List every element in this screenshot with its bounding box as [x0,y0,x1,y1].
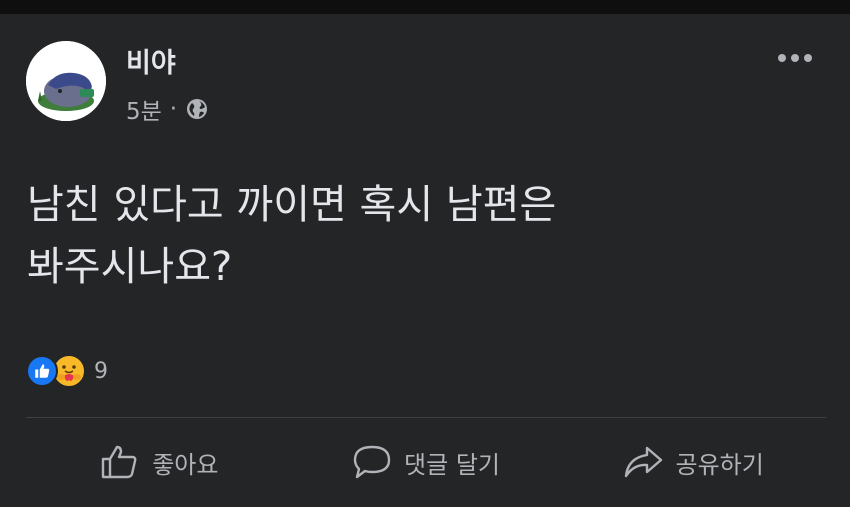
like-button[interactable]: 좋아요 [26,432,293,492]
reaction-count: 9 [94,358,108,384]
like-label: 좋아요 [152,450,219,479]
post-text: 남친 있다고 까이면 혹시 남편은 봐주시나요? [27,182,557,290]
thumbs-up-icon [102,445,137,479]
more-options-icon[interactable] [778,50,814,66]
avatar-image [26,41,106,121]
action-bar: 좋아요 댓글 달기 공유하기 [26,432,826,492]
post-meta: 5분 · [126,92,209,126]
comment-label: 댓글 달기 [404,450,500,479]
post-time[interactable]: 5분 [126,92,162,126]
share-icon [624,446,662,478]
comment-icon [353,445,391,479]
post-card: 비야 5분 · 남친 있다고 까이면 혹시 남편은 봐주시나요? 9 좋아요 댓… [0,14,850,507]
more-dot [778,54,786,62]
comment-button[interactable]: 댓글 달기 [293,432,560,492]
like-icon [26,355,58,387]
avatar[interactable] [26,41,106,121]
meta-separator: · [169,96,178,122]
reactions-summary[interactable]: 9 [26,354,108,388]
globe-icon[interactable] [185,97,209,121]
share-label: 공유하기 [675,450,764,479]
divider [26,417,826,418]
more-dot [804,54,812,62]
share-button[interactable]: 공유하기 [559,432,826,492]
more-dot [791,54,799,62]
author-name[interactable]: 비야 [126,41,176,80]
